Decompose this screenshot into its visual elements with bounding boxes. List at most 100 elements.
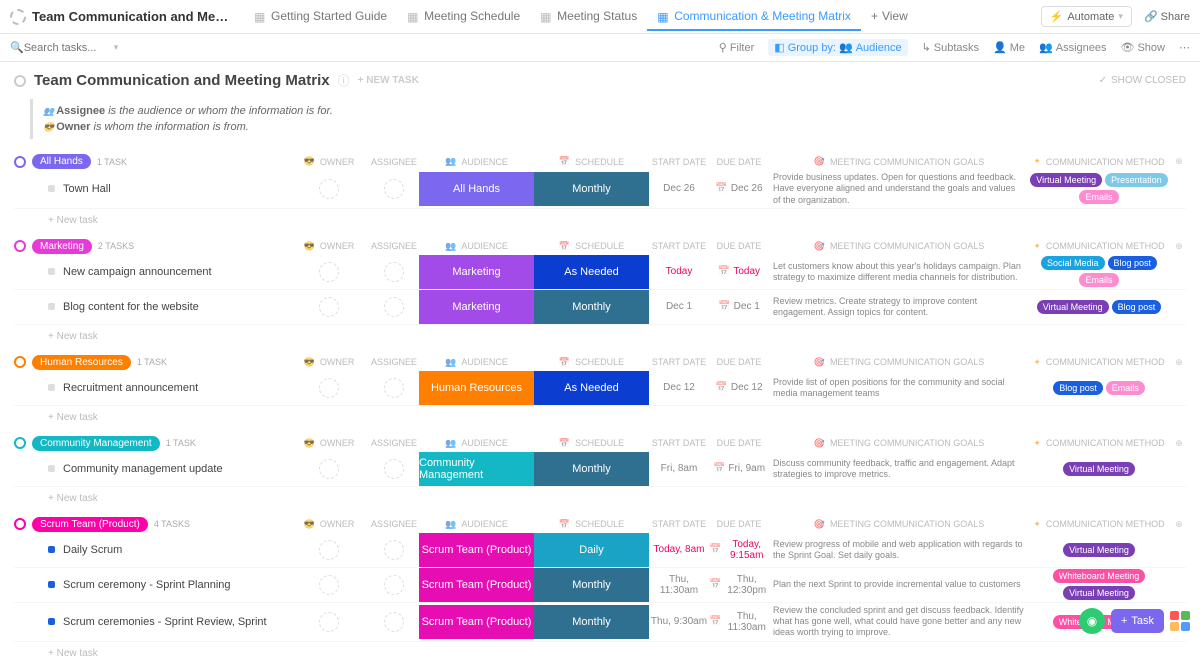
status-dot[interactable] bbox=[48, 185, 55, 192]
view-tab[interactable]: ▦Meeting Schedule bbox=[397, 3, 530, 31]
owner-avatar[interactable] bbox=[319, 540, 339, 560]
col-start[interactable]: START DATE bbox=[649, 154, 709, 170]
col-assignee[interactable]: ASSIGNEE bbox=[369, 238, 419, 254]
new-task-link[interactable]: + New task bbox=[14, 325, 1186, 342]
group-collapse-toggle[interactable] bbox=[14, 356, 26, 368]
task-row[interactable]: Daily ScrumScrum Team (Product)DailyToda… bbox=[14, 533, 1186, 568]
col-schedule[interactable]: SCHEDULE bbox=[534, 238, 649, 255]
task-name[interactable]: New campaign announcement bbox=[63, 266, 212, 278]
add-column-icon[interactable]: ⊕ bbox=[1169, 153, 1189, 170]
col-start[interactable]: START DATE bbox=[649, 354, 709, 370]
col-method[interactable]: COMMUNICATION METHOD bbox=[1029, 516, 1169, 533]
filter-button[interactable]: ⚲Filter bbox=[719, 41, 755, 54]
col-goals[interactable]: MEETING COMMUNICATION GOALS bbox=[769, 516, 1029, 533]
status-dot[interactable] bbox=[48, 465, 55, 472]
method-pill[interactable]: Virtual Meeting bbox=[1037, 300, 1109, 314]
task-name[interactable]: Daily Scrum bbox=[63, 544, 122, 556]
col-schedule[interactable]: SCHEDULE bbox=[534, 435, 649, 452]
assignee-avatar[interactable] bbox=[384, 575, 404, 595]
col-due[interactable]: DUE DATE bbox=[709, 516, 769, 532]
due-date[interactable]: 📅Thu, 12:30pm bbox=[709, 574, 769, 596]
col-owner[interactable]: OWNER bbox=[289, 238, 369, 255]
status-dot[interactable] bbox=[48, 384, 55, 391]
schedule-cell[interactable]: As Needed bbox=[534, 255, 649, 289]
goals-cell[interactable]: Review metrics. Create strategy to impro… bbox=[769, 294, 1029, 321]
task-row[interactable]: Community management update Community Man… bbox=[14, 452, 1186, 487]
col-due[interactable]: DUE DATE bbox=[709, 238, 769, 254]
group-label[interactable]: Scrum Team (Product) bbox=[32, 517, 148, 532]
col-due[interactable]: DUE DATE bbox=[709, 435, 769, 451]
list-status-icon[interactable] bbox=[14, 75, 26, 87]
group-by-button[interactable]: ◧Group by: 👥Audience bbox=[768, 39, 907, 56]
group-label[interactable]: Marketing bbox=[32, 239, 92, 254]
search-input[interactable] bbox=[24, 42, 114, 54]
task-name[interactable]: Blog content for the website bbox=[63, 301, 199, 313]
owner-avatar[interactable] bbox=[319, 179, 339, 199]
task-name[interactable]: Scrum ceremonies - Sprint Review, Sprint bbox=[63, 616, 267, 628]
col-goals[interactable]: MEETING COMMUNICATION GOALS bbox=[769, 354, 1029, 371]
goals-cell[interactable]: Plan the next Sprint to provide incremen… bbox=[769, 577, 1029, 592]
schedule-cell[interactable]: Monthly bbox=[534, 452, 649, 486]
col-schedule[interactable]: SCHEDULE bbox=[534, 516, 649, 533]
apps-fab[interactable] bbox=[1170, 611, 1190, 631]
goals-cell[interactable]: Provide business updates. Open for quest… bbox=[769, 170, 1029, 208]
add-column-icon[interactable]: ⊕ bbox=[1169, 516, 1189, 533]
new-task-link[interactable]: + New task bbox=[14, 487, 1186, 504]
assignee-avatar[interactable] bbox=[384, 297, 404, 317]
start-date[interactable]: Dec 26 bbox=[649, 183, 709, 194]
col-assignee[interactable]: ASSIGNEE bbox=[369, 154, 419, 170]
search-box[interactable]: 🔍 ▾ bbox=[10, 41, 719, 54]
method-pill[interactable]: Blog post bbox=[1112, 300, 1162, 314]
method-pill[interactable]: Presentation bbox=[1105, 173, 1168, 187]
method-pill[interactable]: Social Media bbox=[1041, 256, 1105, 270]
method-pill[interactable]: Emails bbox=[1079, 273, 1118, 287]
assignees-button[interactable]: 👥Assignees bbox=[1039, 41, 1106, 54]
due-date[interactable]: 📅Fri, 9am bbox=[709, 463, 769, 474]
task-name[interactable]: Recruitment announcement bbox=[63, 382, 198, 394]
method-pill[interactable]: Whiteboard Meeting bbox=[1053, 569, 1146, 583]
col-start[interactable]: START DATE bbox=[649, 238, 709, 254]
method-pill[interactable]: Virtual Meeting bbox=[1030, 173, 1102, 187]
start-date[interactable]: Today, 8am bbox=[649, 544, 709, 555]
status-dot[interactable] bbox=[48, 268, 55, 275]
due-date[interactable]: 📅Today, 9:15am bbox=[709, 539, 769, 561]
status-dot[interactable] bbox=[48, 303, 55, 310]
col-start[interactable]: START DATE bbox=[649, 435, 709, 451]
col-audience[interactable]: AUDIENCE bbox=[419, 238, 534, 255]
audience-cell[interactable]: Scrum Team (Product) bbox=[419, 533, 534, 567]
group-label[interactable]: Human Resources bbox=[32, 355, 131, 370]
task-row[interactable]: Town HallAll HandsMonthlyDec 26📅Dec 26Pr… bbox=[14, 170, 1186, 209]
start-date[interactable]: Today bbox=[649, 266, 709, 277]
chevron-down-icon[interactable]: ▾ bbox=[114, 42, 119, 53]
task-name[interactable]: Community management update bbox=[63, 463, 223, 475]
col-goals[interactable]: MEETING COMMUNICATION GOALS bbox=[769, 435, 1029, 452]
assignee-avatar[interactable] bbox=[384, 179, 404, 199]
start-date[interactable]: Thu, 9:30am bbox=[649, 616, 709, 627]
task-name[interactable]: Town Hall bbox=[63, 183, 111, 195]
add-view-tab[interactable]: +View bbox=[861, 3, 918, 31]
status-dot[interactable] bbox=[48, 581, 55, 588]
col-method[interactable]: COMMUNICATION METHOD bbox=[1029, 153, 1169, 170]
new-task-link[interactable]: + New task bbox=[14, 209, 1186, 226]
group-collapse-toggle[interactable] bbox=[14, 156, 26, 168]
audience-cell[interactable]: Marketing bbox=[419, 255, 534, 289]
audience-cell[interactable]: Community Management bbox=[419, 452, 534, 486]
method-pill[interactable]: Blog post bbox=[1108, 256, 1158, 270]
add-column-icon[interactable]: ⊕ bbox=[1169, 238, 1189, 255]
show-button[interactable]: 👁Show bbox=[1121, 41, 1166, 54]
col-owner[interactable]: OWNER bbox=[289, 354, 369, 371]
start-date[interactable]: Dec 12 bbox=[649, 382, 709, 393]
view-tab[interactable]: ▦Getting Started Guide bbox=[244, 3, 397, 31]
schedule-cell[interactable]: As Needed bbox=[534, 371, 649, 405]
goals-cell[interactable]: Provide list of open positions for the c… bbox=[769, 375, 1029, 402]
new-task-header-button[interactable]: + NEW TASK bbox=[358, 75, 419, 86]
status-dot[interactable] bbox=[48, 618, 55, 625]
info-icon[interactable]: ⓘ bbox=[338, 72, 350, 89]
owner-avatar[interactable] bbox=[319, 459, 339, 479]
owner-avatar[interactable] bbox=[319, 262, 339, 282]
col-method[interactable]: COMMUNICATION METHOD bbox=[1029, 354, 1169, 371]
col-owner[interactable]: OWNER bbox=[289, 516, 369, 533]
method-pill[interactable]: Blog post bbox=[1053, 381, 1103, 395]
more-icon[interactable]: ⋯ bbox=[1179, 41, 1190, 54]
due-date[interactable]: 📅Dec 1 bbox=[709, 301, 769, 312]
